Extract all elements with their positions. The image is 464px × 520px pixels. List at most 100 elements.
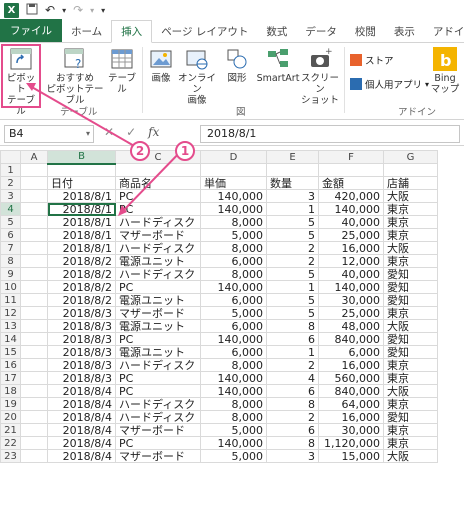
cell[interactable]: 15,000: [318, 449, 384, 463]
cell[interactable]: [266, 163, 319, 177]
cell[interactable]: 東京: [383, 306, 438, 320]
cell[interactable]: 店舗: [383, 176, 438, 190]
row-header[interactable]: 17: [0, 371, 21, 385]
cell[interactable]: [20, 293, 48, 307]
cell[interactable]: 8,000: [200, 215, 267, 229]
bing-maps-button[interactable]: b Bing マップ: [428, 47, 462, 95]
cell[interactable]: 12,000: [318, 254, 384, 268]
cell[interactable]: 東京: [383, 202, 438, 216]
cell[interactable]: 2018/8/4: [47, 436, 116, 450]
cell[interactable]: 東京: [383, 254, 438, 268]
cell[interactable]: 5: [266, 228, 319, 242]
cell[interactable]: 6,000: [318, 345, 384, 359]
cell[interactable]: 48,000: [318, 319, 384, 333]
chevron-down-icon[interactable]: ▾: [86, 126, 90, 142]
redo-icon[interactable]: ↷: [73, 3, 83, 17]
cell[interactable]: 16,000: [318, 358, 384, 372]
redo-dropdown-icon[interactable]: ▾: [90, 6, 94, 15]
cell[interactable]: [115, 163, 201, 177]
row-header[interactable]: 3: [0, 189, 21, 203]
cell[interactable]: 16,000: [318, 241, 384, 255]
cell[interactable]: [20, 176, 48, 190]
cell[interactable]: [20, 202, 48, 216]
tab-page-layout[interactable]: ページ レイアウト: [152, 20, 257, 42]
cell[interactable]: 2018/8/4: [47, 410, 116, 424]
cell[interactable]: 8: [266, 319, 319, 333]
cell[interactable]: PC: [115, 280, 201, 294]
row-header[interactable]: 2: [0, 176, 21, 190]
cell[interactable]: [20, 436, 48, 450]
cell[interactable]: 2: [266, 410, 319, 424]
column-header-a[interactable]: A: [20, 150, 48, 164]
cell[interactable]: 日付: [47, 176, 116, 190]
cell[interactable]: [20, 410, 48, 424]
cell[interactable]: 金額: [318, 176, 384, 190]
cell[interactable]: 8,000: [200, 241, 267, 255]
column-header-d[interactable]: D: [200, 150, 267, 164]
cell[interactable]: [383, 163, 438, 177]
cell[interactable]: [20, 163, 48, 177]
cell[interactable]: 6: [266, 332, 319, 346]
cell[interactable]: 愛知: [383, 280, 438, 294]
cell[interactable]: 560,000: [318, 371, 384, 385]
cell[interactable]: [20, 280, 48, 294]
cell[interactable]: 大阪: [383, 449, 438, 463]
row-header[interactable]: 8: [0, 254, 21, 268]
cell[interactable]: [20, 423, 48, 437]
cell[interactable]: [20, 449, 48, 463]
cell[interactable]: 2018/8/1: [47, 215, 116, 229]
cell[interactable]: 2018/8/2: [47, 293, 116, 307]
cell[interactable]: PC: [115, 384, 201, 398]
cell[interactable]: PC: [115, 436, 201, 450]
cell[interactable]: [318, 163, 384, 177]
cell[interactable]: [20, 267, 48, 281]
screenshot-button[interactable]: + スクリーン ショット: [298, 47, 342, 106]
personal-apps-button[interactable]: 個人用アプリ ▾: [350, 77, 429, 91]
cell[interactable]: 東京: [383, 423, 438, 437]
cell[interactable]: 商品名: [115, 176, 201, 190]
cell[interactable]: 数量: [266, 176, 319, 190]
cell[interactable]: [20, 397, 48, 411]
cell[interactable]: 東京: [383, 397, 438, 411]
cell[interactable]: 840,000: [318, 384, 384, 398]
row-header[interactable]: 6: [0, 228, 21, 242]
cell[interactable]: 5,000: [200, 306, 267, 320]
cell[interactable]: 東京: [383, 228, 438, 242]
cell[interactable]: 8: [266, 397, 319, 411]
cell[interactable]: 愛知: [383, 332, 438, 346]
cell[interactable]: [20, 345, 48, 359]
cell[interactable]: 840,000: [318, 332, 384, 346]
cell[interactable]: 5: [266, 215, 319, 229]
cell[interactable]: PC: [115, 332, 201, 346]
column-header-g[interactable]: G: [383, 150, 438, 164]
cell[interactable]: [20, 332, 48, 346]
cell[interactable]: 1: [266, 345, 319, 359]
row-header[interactable]: 10: [0, 280, 21, 294]
cell[interactable]: 140,000: [318, 280, 384, 294]
select-all-corner[interactable]: [0, 150, 21, 164]
cell[interactable]: 電源ユニット: [115, 254, 201, 268]
cell[interactable]: 5,000: [200, 228, 267, 242]
row-header[interactable]: 19: [0, 397, 21, 411]
cell[interactable]: 140,000: [200, 371, 267, 385]
cell[interactable]: ハードディスク: [115, 397, 201, 411]
row-header[interactable]: 1: [0, 163, 21, 177]
cell[interactable]: 4: [266, 371, 319, 385]
row-header[interactable]: 4: [0, 202, 21, 216]
cell[interactable]: 8,000: [200, 267, 267, 281]
cell[interactable]: 140,000: [200, 332, 267, 346]
cell[interactable]: ハードディスク: [115, 410, 201, 424]
row-header[interactable]: 20: [0, 410, 21, 424]
cell[interactable]: 2018/8/2: [47, 254, 116, 268]
cell[interactable]: 愛知: [383, 345, 438, 359]
cell[interactable]: 8: [266, 436, 319, 450]
cell[interactable]: 6,000: [200, 345, 267, 359]
cell[interactable]: [47, 163, 116, 177]
cell[interactable]: 2018/8/4: [47, 384, 116, 398]
undo-dropdown-icon[interactable]: ▾: [62, 6, 66, 15]
cell[interactable]: ハードディスク: [115, 215, 201, 229]
cell[interactable]: 40,000: [318, 215, 384, 229]
online-image-button[interactable]: オンライン 画像: [176, 47, 218, 106]
cell[interactable]: 6: [266, 384, 319, 398]
tab-formulas[interactable]: 数式: [257, 20, 296, 42]
